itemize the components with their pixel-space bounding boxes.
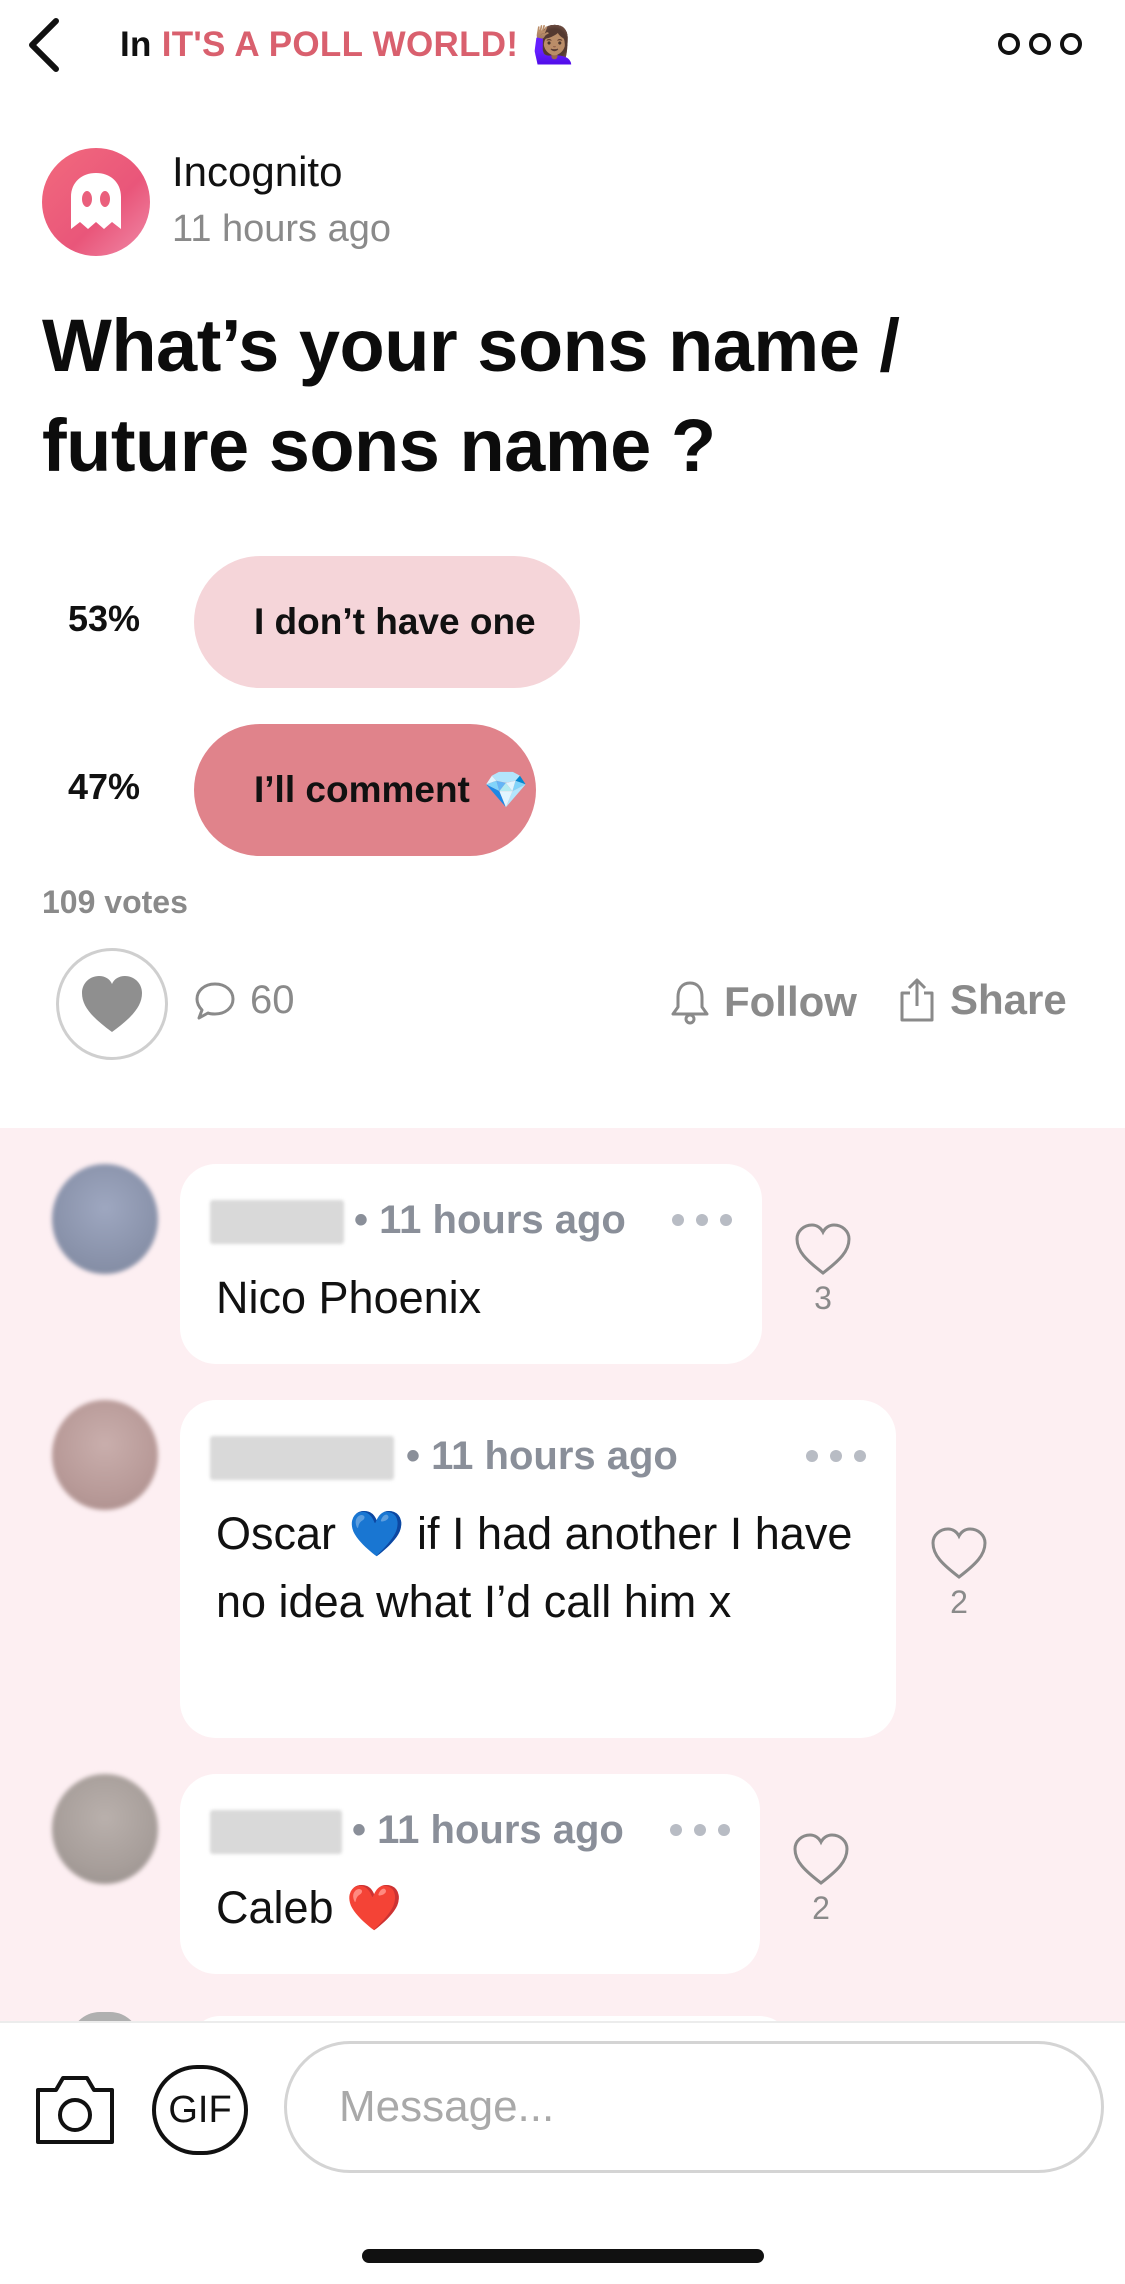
comment-like-button[interactable]: 2 bbox=[786, 1832, 856, 1932]
back-button[interactable] bbox=[18, 14, 70, 76]
comment-more-button[interactable] bbox=[672, 1198, 732, 1242]
follow-button[interactable]: Follow bbox=[670, 978, 857, 1026]
comment-timestamp: • 11 hours ago bbox=[354, 1198, 626, 1242]
poll-option: 47% I’ll comment 💎 bbox=[0, 724, 1125, 856]
poll-percent: 47% bbox=[68, 766, 141, 807]
dot-icon bbox=[806, 1450, 818, 1462]
ghost-icon bbox=[71, 173, 121, 229]
comment-like-count: 2 bbox=[812, 1890, 830, 1926]
like-button[interactable] bbox=[56, 948, 168, 1060]
message-input[interactable] bbox=[284, 2041, 1104, 2173]
poll-option-label: I don’t have one bbox=[254, 601, 536, 642]
author-name[interactable]: Incognito bbox=[172, 148, 342, 196]
comment-like-count: 2 bbox=[950, 1584, 968, 1620]
home-indicator[interactable] bbox=[362, 2249, 764, 2263]
avatar[interactable] bbox=[52, 1774, 158, 1884]
dot-icon bbox=[672, 1214, 684, 1226]
comment-like-button[interactable]: 2 bbox=[924, 1526, 994, 1626]
poll-option-button[interactable]: I’ll comment 💎 bbox=[194, 724, 536, 856]
gif-button[interactable]: GIF bbox=[152, 2065, 248, 2155]
more-dot-icon bbox=[1029, 33, 1051, 55]
more-dot-icon bbox=[1060, 33, 1082, 55]
comment-username[interactable] bbox=[210, 1436, 394, 1480]
comment-username[interactable] bbox=[210, 1810, 342, 1854]
in-label: In bbox=[120, 25, 152, 64]
comment-bubble: • 11 hours ago Caleb ❤️ bbox=[180, 1774, 760, 1974]
comment-text: Nico Phoenix bbox=[216, 1272, 482, 1323]
bell-icon bbox=[671, 981, 709, 1025]
share-label: Share bbox=[950, 976, 1067, 1023]
post-actions: 60 Follow Share bbox=[0, 944, 1125, 1060]
comment-like-button[interactable]: 3 bbox=[788, 1222, 858, 1322]
comment-timestamp: • 11 hours ago bbox=[352, 1808, 624, 1852]
dot-icon bbox=[720, 1214, 732, 1226]
comment-text: Oscar 💙 if I had another I have no idea … bbox=[216, 1508, 853, 1627]
post-title: What’s your sons name / future sons name… bbox=[42, 304, 900, 487]
top-bar: In IT'S A POLL WORLD! 🙋🏽‍♀️ bbox=[0, 0, 1125, 92]
comments-list: • 11 hours ago Nico Phoenix 3 • 11 hours… bbox=[0, 1128, 1125, 2021]
comment-bubble: • 11 hours ago Oscar 💙 if I had another … bbox=[180, 1400, 896, 1738]
camera-button[interactable] bbox=[30, 2065, 120, 2155]
gem-emoji: 💎 bbox=[483, 769, 529, 810]
avatar[interactable] bbox=[52, 1164, 158, 1274]
post-timestamp: 11 hours ago bbox=[172, 208, 392, 250]
comment-bubble: • 11 hours ago Nico Phoenix bbox=[180, 1164, 762, 1364]
community-name: IT'S A POLL WORLD! bbox=[161, 25, 519, 64]
chevron-left-icon bbox=[29, 18, 59, 72]
comments-button[interactable]: 60 bbox=[194, 978, 295, 1023]
community-link[interactable]: In IT'S A POLL WORLD! 🙋🏽‍♀️ bbox=[120, 24, 577, 66]
dot-icon bbox=[830, 1450, 842, 1462]
heart-outline-icon bbox=[793, 1833, 849, 1885]
heart-icon bbox=[82, 976, 142, 1032]
more-dot-icon bbox=[998, 33, 1020, 55]
follow-label: Follow bbox=[724, 978, 857, 1025]
gif-label: GIF bbox=[168, 2088, 232, 2131]
dot-icon bbox=[854, 1450, 866, 1462]
comment-username[interactable] bbox=[210, 1200, 344, 1244]
share-icon bbox=[900, 978, 934, 1022]
avatar[interactable] bbox=[70, 2012, 140, 2021]
poll-option-button[interactable]: I don’t have one bbox=[194, 556, 580, 688]
more-options-button[interactable] bbox=[998, 24, 1082, 64]
dot-icon bbox=[694, 1824, 706, 1836]
comment-like-count: 3 bbox=[814, 1280, 832, 1316]
avatar[interactable] bbox=[42, 148, 150, 256]
comment-more-button[interactable] bbox=[806, 1434, 866, 1478]
camera-icon bbox=[36, 2076, 114, 2144]
share-button[interactable]: Share bbox=[898, 976, 1067, 1024]
comment-text: Caleb ❤️ bbox=[216, 1882, 403, 1933]
vote-count: 109 votes bbox=[42, 884, 188, 920]
dot-icon bbox=[718, 1824, 730, 1836]
comment-timestamp: • 11 hours ago bbox=[406, 1434, 678, 1478]
poll-percent: 53% bbox=[68, 598, 141, 639]
comment-count: 60 bbox=[250, 978, 295, 1022]
community-emoji: 🙋🏽‍♀️ bbox=[532, 24, 578, 65]
heart-outline-icon bbox=[795, 1223, 851, 1275]
comment-bubble-icon bbox=[195, 982, 235, 1019]
poll-option-label: I’ll comment bbox=[254, 769, 470, 810]
heart-outline-icon bbox=[931, 1527, 987, 1579]
comment-more-button[interactable] bbox=[670, 1808, 730, 1852]
poll-option: 53% I don’t have one bbox=[0, 556, 1125, 688]
message-composer: GIF bbox=[0, 2021, 1125, 2284]
avatar[interactable] bbox=[52, 1400, 158, 1510]
dot-icon bbox=[670, 1824, 682, 1836]
dot-icon bbox=[696, 1214, 708, 1226]
